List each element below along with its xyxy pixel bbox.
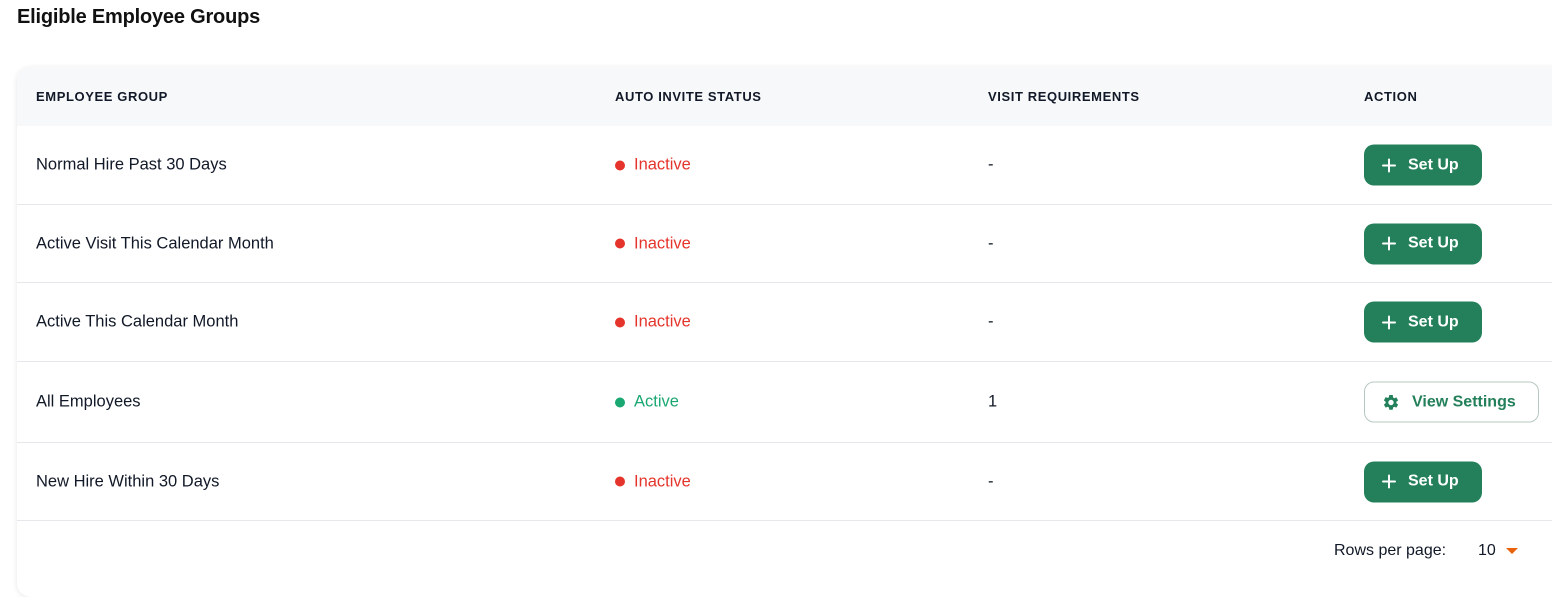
status-dot-icon [615,476,625,487]
header-auto-invite-status: AUTO INVITE STATUS [615,89,762,104]
employee-group-name: Active This Calendar Month [36,312,239,331]
status-text: Active [634,392,679,411]
visit-requirements: - [988,312,994,331]
visit-requirements: 1 [988,392,998,411]
header-employee-group: EMPLOYEE GROUP [36,89,168,104]
status-text: Inactive [634,155,691,174]
set-up-button[interactable]: Set Up [1364,301,1482,343]
set-up-button[interactable]: Set Up [1364,461,1482,502]
status-text: Inactive [634,312,691,331]
plus-icon [1382,315,1396,329]
view-settings-label: View Settings [1412,393,1516,410]
set-up-label: Set Up [1408,156,1459,173]
visit-requirements: - [988,234,994,252]
page-title: Eligible Employee Groups [17,6,261,28]
caret-down-icon [1505,548,1518,554]
status-text: Inactive [634,472,691,490]
set-up-button[interactable]: Set Up [1364,144,1482,186]
header-action: ACTION [1364,89,1418,104]
visit-requirements: - [988,472,994,490]
employee-group-name: Normal Hire Past 30 Days [36,155,227,174]
employee-group-name: All Employees [36,392,141,411]
header-visit-requirements: VISIT REQUIREMENTS [988,89,1140,104]
plus-icon [1382,474,1396,489]
status-dot-icon [615,238,625,249]
set-up-label: Set Up [1408,472,1459,490]
table-header: EMPLOYEE GROUP AUTO INVITE STATUS VISIT … [17,67,1552,126]
visit-requirements: - [988,155,994,174]
auto-invite-status: Active [615,393,679,412]
auto-invite-status: Inactive [615,472,691,491]
table-row: Active Visit This Calendar Month Inactiv… [17,205,1552,283]
table-row: Active This Calendar Month Inactive - Se… [17,283,1552,362]
auto-invite-status: Inactive [615,313,691,332]
rows-per-page-label: Rows per page: [1334,542,1447,559]
auto-invite-status: Inactive [615,156,691,175]
view-settings-button[interactable]: View Settings [1364,381,1539,423]
set-up-button[interactable]: Set Up [1364,223,1482,264]
table-row: All Employees Active 1 View Settings [17,362,1552,443]
set-up-label: Set Up [1408,234,1459,252]
status-dot-icon [615,160,625,170]
table-pagination: Rows per page: 10 [17,522,1552,582]
auto-invite-status: Inactive [615,234,691,253]
employee-group-name: New Hire Within 30 Days [36,472,220,490]
status-dot-icon [615,397,625,407]
set-up-label: Set Up [1408,313,1459,330]
status-dot-icon [615,317,625,327]
status-text: Inactive [634,234,691,252]
table-row: New Hire Within 30 Days Inactive - Set U… [17,443,1552,521]
employee-group-name: Active Visit This Calendar Month [36,234,274,252]
table-row: Normal Hire Past 30 Days Inactive - Set … [17,126,1552,205]
rows-per-page-select[interactable]: 10 [1478,542,1518,560]
plus-icon [1382,236,1396,251]
gear-icon [1382,393,1400,411]
rows-per-page-value: 10 [1478,542,1496,559]
employee-groups-table-card: EMPLOYEE GROUP AUTO INVITE STATUS VISIT … [17,67,1552,597]
plus-icon [1382,158,1396,172]
